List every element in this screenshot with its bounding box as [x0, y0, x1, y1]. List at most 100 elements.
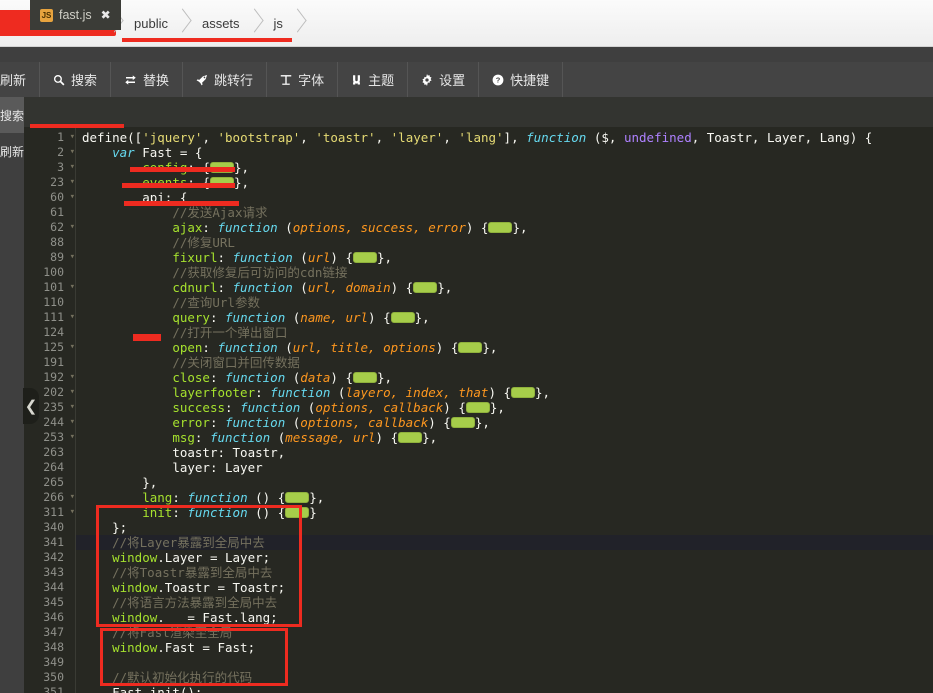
toolbar-button-font[interactable]: 字体 [267, 62, 339, 97]
tab-fast-js[interactable]: JS fast.js ✖ [30, 0, 121, 30]
code-line[interactable]: cdnurl: function (url, domain) {}, [76, 280, 933, 295]
fold-toggle-icon[interactable]: ▾ [68, 490, 75, 505]
code-line[interactable]: window.Toastr = Toastr; [76, 580, 933, 595]
collapsed-code-placeholder[interactable] [285, 507, 310, 518]
code-editor[interactable]: 1 ▾ 2 ▾ 3 ▾ 23 ▾ 60 ▾ 61 62 ▾ 88 89 ▾ 100 101 ▾ 110 111 ▾ 124 1… [24, 127, 933, 693]
code-line[interactable]: //发送Ajax请求 [76, 205, 933, 220]
fold-toggle-icon[interactable]: ▾ [68, 385, 75, 400]
code-line[interactable]: toastr: Toastr, [76, 445, 933, 460]
rail-search-button[interactable]: 搜索 [0, 97, 24, 133]
code-line[interactable]: //关闭窗口并回传数据 [76, 355, 933, 370]
breadcrumb-item-js[interactable]: js [256, 10, 299, 36]
fold-toggle-icon[interactable]: ▾ [68, 130, 75, 145]
collapsed-code-placeholder[interactable] [458, 342, 483, 353]
code-line[interactable]: events: {}, [76, 175, 933, 190]
code-token: ( [285, 310, 301, 325]
collapsed-code-placeholder[interactable] [209, 162, 234, 173]
collapsed-code-placeholder[interactable] [450, 417, 475, 428]
toolbar-button-replace[interactable]: 替换 [111, 62, 184, 97]
code-line[interactable]: //打开一个弹出窗口 [76, 325, 933, 340]
code-line[interactable]: //将Layer暴露到全局中去 [76, 535, 933, 550]
code-line[interactable]: window.__ = Fast.lang; [76, 610, 933, 625]
code-content[interactable]: define(['jquery', 'bootstrap', 'toastr',… [76, 127, 933, 693]
code-token: function [240, 400, 301, 415]
rail-refresh-button[interactable]: 刷新 [0, 133, 24, 169]
sidebar-collapse-handle[interactable]: ❮ [23, 388, 39, 424]
code-line[interactable]: api: { [76, 190, 933, 205]
code-line[interactable]: }; [76, 520, 933, 535]
collapsed-code-placeholder[interactable] [465, 402, 490, 413]
fold-toggle-icon[interactable]: ▾ [68, 220, 75, 235]
code-line[interactable]: config: {}, [76, 160, 933, 175]
fold-toggle-icon[interactable]: ▾ [68, 505, 75, 520]
code-line[interactable]: //修复URL [76, 235, 933, 250]
collapsed-code-placeholder[interactable] [390, 312, 415, 323]
code-line[interactable]: //将语言方法暴露到全局中去 [76, 595, 933, 610]
code-line[interactable]: layer: Layer [76, 460, 933, 475]
collapsed-code-placeholder[interactable] [488, 222, 513, 233]
close-icon[interactable]: ✖ [101, 8, 111, 22]
code-token: //将Toastr暴露到全局中去 [112, 565, 273, 580]
fold-toggle-icon[interactable]: ▾ [68, 400, 75, 415]
toolbar-button-refresh[interactable]: 刷新 [0, 62, 41, 97]
code-line[interactable] [76, 655, 933, 670]
code-token: url [307, 250, 331, 265]
collapsed-code-placeholder[interactable] [352, 252, 377, 263]
collapsed-code-placeholder[interactable] [398, 432, 423, 443]
fold-toggle-icon[interactable]: ▾ [68, 430, 75, 445]
code-line[interactable]: fixurl: function (url) {}, [76, 250, 933, 265]
breadcrumb-item-public[interactable]: public [116, 10, 184, 36]
code-line[interactable]: init: function () {} [76, 505, 933, 520]
code-line[interactable]: error: function (options, callback) {}, [76, 415, 933, 430]
toolbar-button-goto-line[interactable]: 跳转行 [183, 62, 268, 97]
code-token: : { [187, 160, 210, 175]
code-line[interactable]: //将Toastr暴露到全局中去 [76, 565, 933, 580]
code-line[interactable]: success: function (options, callback) {}… [76, 400, 933, 415]
collapsed-code-placeholder[interactable] [511, 387, 536, 398]
code-line[interactable]: window.Fast = Fast; [76, 640, 933, 655]
code-line[interactable]: var Fast = { [76, 145, 933, 160]
toolbar-button-gear[interactable]: 设置 [408, 62, 480, 97]
code-token: , [202, 130, 218, 145]
line-number: 191 [43, 355, 64, 369]
fold-toggle-icon[interactable]: ▾ [68, 190, 75, 205]
code-line[interactable]: }, [76, 475, 933, 490]
toolbar-button-search[interactable]: 搜索 [40, 62, 112, 97]
code-line[interactable]: window.Layer = Layer; [76, 550, 933, 565]
code-line[interactable]: layerfooter: function (layero, index, th… [76, 385, 933, 400]
fold-toggle-icon[interactable]: ▾ [68, 250, 75, 265]
code-token: init [142, 505, 173, 520]
toolbar-button-question-circle[interactable]: ? 快捷键 [479, 62, 564, 97]
code-token: 'jquery' [142, 130, 203, 145]
collapsed-code-placeholder[interactable] [413, 282, 438, 293]
fold-toggle-icon[interactable]: ▾ [68, 175, 75, 190]
code-line[interactable]: ajax: function (options, success, error)… [76, 220, 933, 235]
collapsed-code-placeholder[interactable] [352, 372, 377, 383]
toolbar-button-label: 跳转行 [214, 73, 254, 88]
fold-toggle-icon[interactable]: ▾ [68, 415, 75, 430]
code-line[interactable]: open: function (url, title, options) {}, [76, 340, 933, 355]
fold-toggle-icon[interactable]: ▾ [68, 280, 75, 295]
code-line[interactable]: //获取修复后可访问的cdn链接 [76, 265, 933, 280]
code-line[interactable]: lang: function () {}, [76, 490, 933, 505]
fold-toggle-icon[interactable]: ▾ [68, 160, 75, 175]
code-line[interactable]: //默认初始化执行的代码 [76, 670, 933, 685]
code-line[interactable]: query: function (name, url) {}, [76, 310, 933, 325]
code-line[interactable]: //将Fast渲染至全局 [76, 625, 933, 640]
code-line[interactable]: define(['jquery', 'bootstrap', 'toastr',… [76, 130, 933, 145]
fold-toggle-icon[interactable]: ▾ [68, 370, 75, 385]
code-line[interactable]: close: function (data) {}, [76, 370, 933, 385]
code-token: function [232, 250, 293, 265]
code-line[interactable]: //查询Url参数 [76, 295, 933, 310]
fold-toggle-icon[interactable]: ▾ [68, 145, 75, 160]
line-number: 111 ▾ [43, 310, 75, 324]
code-line[interactable]: msg: function (message, url) {}, [76, 430, 933, 445]
breadcrumb-item-assets[interactable]: assets [184, 10, 256, 36]
code-line[interactable]: Fast.init(); [76, 685, 933, 693]
fold-toggle-icon[interactable]: ▾ [68, 340, 75, 355]
toolbar-button-magnet-theme[interactable]: 主题 [338, 62, 409, 97]
collapsed-code-placeholder[interactable] [285, 492, 310, 503]
collapsed-code-placeholder[interactable] [209, 177, 234, 188]
code-token: }, [233, 175, 250, 190]
fold-toggle-icon[interactable]: ▾ [68, 310, 75, 325]
